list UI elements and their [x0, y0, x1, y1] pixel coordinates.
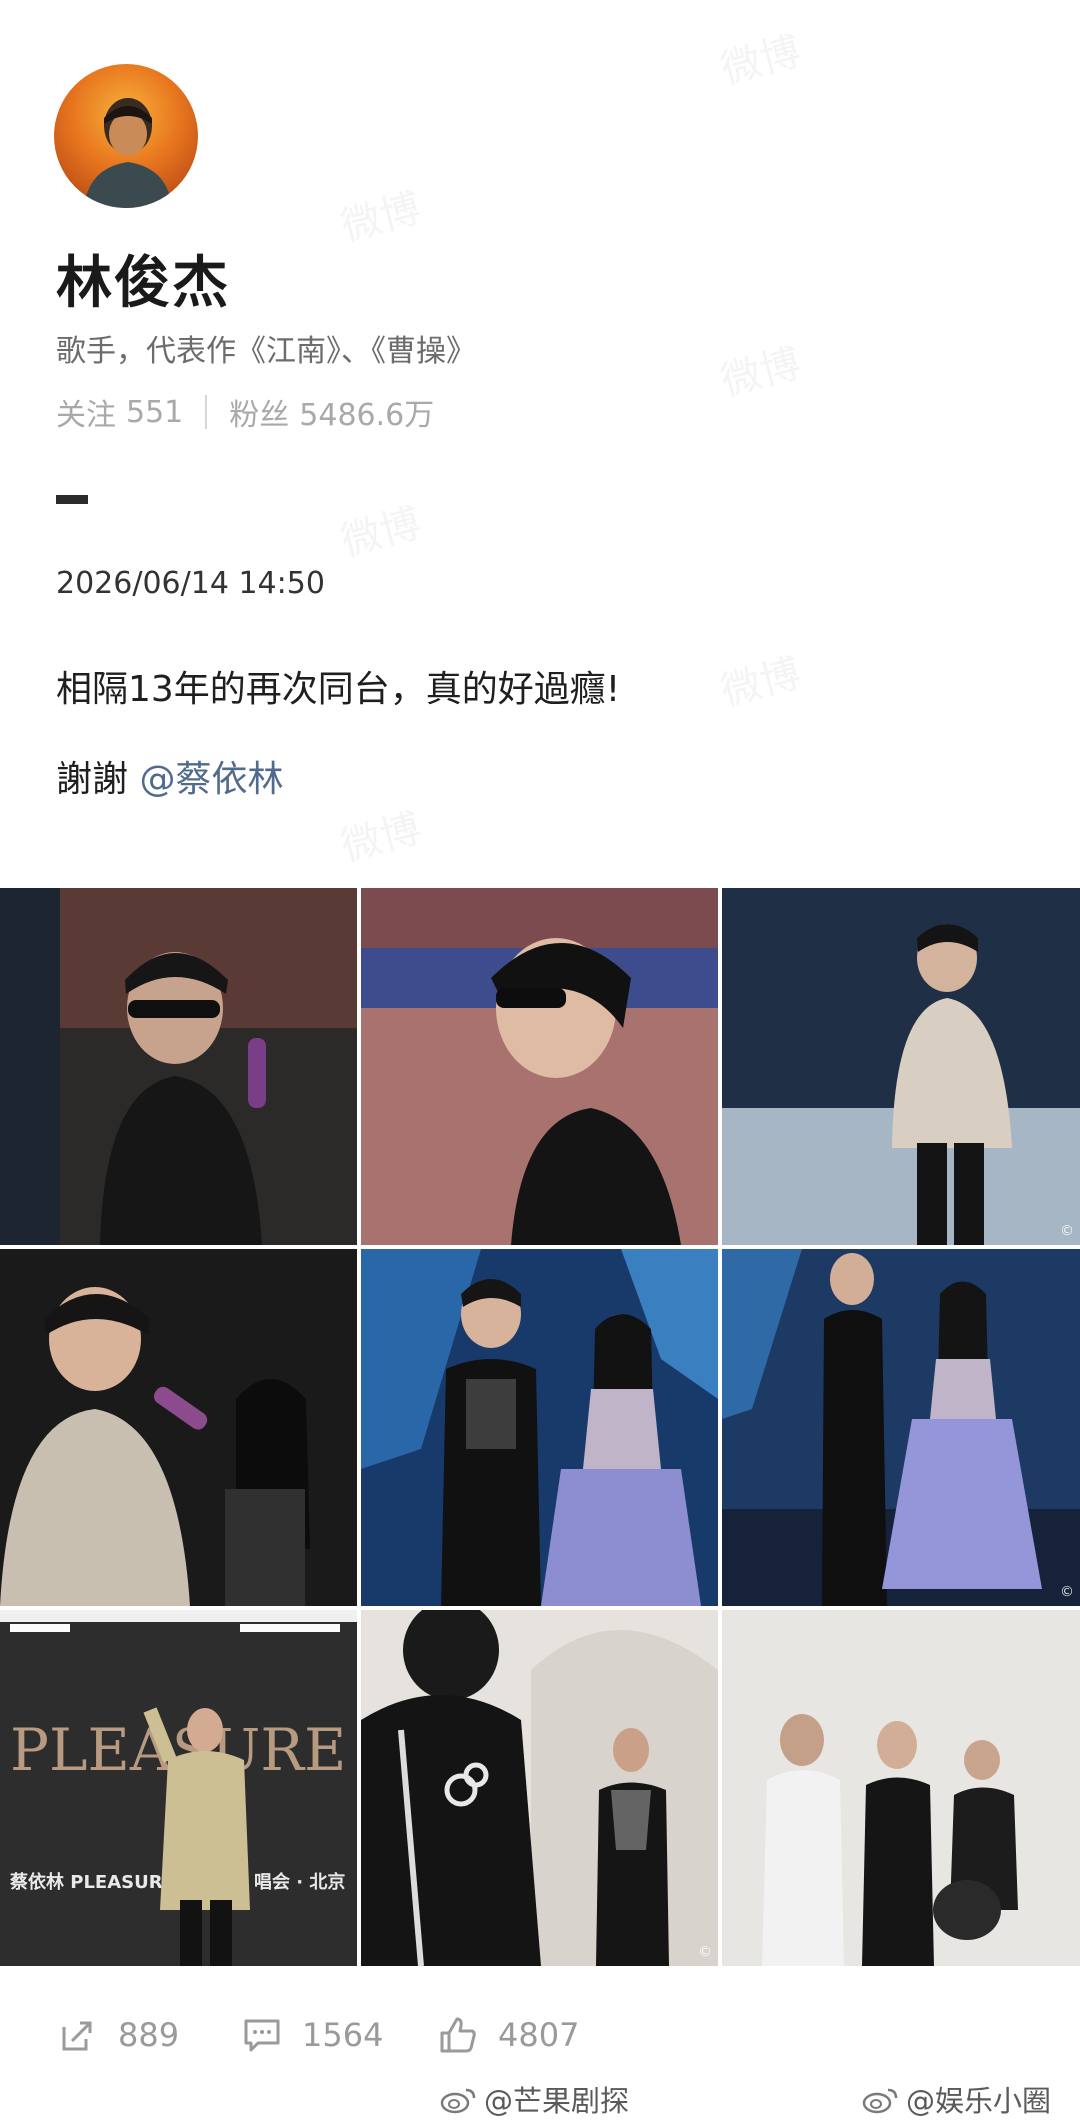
following-label[interactable]: 关注	[56, 390, 116, 434]
mention-link[interactable]: @蔡依林	[139, 759, 283, 800]
photo-watermark: ©	[698, 1944, 712, 1960]
like-count: 4807	[498, 2016, 580, 2054]
repost-count: 889	[118, 2016, 180, 2054]
profile-bio: 歌手，代表作《江南》、《曹操》	[56, 334, 476, 369]
like-button[interactable]: 4807	[438, 2015, 579, 2055]
section-dash	[56, 495, 88, 504]
backdrop-caption-right: 唱会 · 北京	[254, 1871, 345, 1893]
photo-watermark: ©	[1060, 1223, 1074, 1239]
photo-grid: © © PLEASURE 蔡依林 PLEASUR 唱会 · 北京 ©	[0, 888, 1080, 1966]
comment-button[interactable]: 1564	[242, 2015, 383, 2055]
weibo-watermark: 微博	[336, 185, 426, 251]
post-actions: 889 1564 4807	[0, 2015, 1080, 2075]
repost-icon	[62, 2021, 92, 2051]
source-left-text: @芒果剧探	[484, 2084, 630, 2118]
source-watermark-right: @娱乐小圈	[862, 2078, 1051, 2120]
weibo-watermark: 微博	[716, 28, 806, 94]
followers-label[interactable]: 粉丝	[229, 390, 289, 434]
photo-duet-stage[interactable]	[361, 1249, 718, 1606]
weibo-logo-icon	[862, 2088, 898, 2114]
weibo-watermark: 微博	[336, 805, 426, 871]
avatar-portrait-icon	[84, 98, 172, 208]
thumbs-up-icon	[440, 2017, 476, 2053]
photo-pleasure-backdrop[interactable]: PLEASURE 蔡依林 PLEASUR 唱会 · 北京	[0, 1610, 357, 1966]
photo-watermark: ©	[1060, 1584, 1074, 1600]
weibo-logo-icon	[440, 2088, 476, 2114]
comment-count: 1564	[302, 2016, 384, 2054]
followers-count[interactable]: 5486.6万	[299, 390, 434, 434]
repost-button[interactable]: 889	[58, 2015, 179, 2055]
following-count[interactable]: 551	[126, 395, 183, 430]
weibo-watermark: 微博	[716, 340, 806, 406]
source-watermark-left: @芒果剧探	[440, 2078, 629, 2120]
photo-backstage-jacket[interactable]: ©	[361, 1610, 718, 1966]
photo-backstage-group[interactable]	[722, 1610, 1080, 1966]
weibo-watermark: 微博	[716, 650, 806, 716]
weibo-watermark: 微博	[336, 500, 426, 566]
backdrop-caption: 蔡依林 PLEASUR	[9, 1871, 163, 1893]
avatar[interactable]	[54, 64, 198, 208]
post-timestamp: 2026/06/14 14:50	[56, 566, 325, 601]
photo-stage-rehearsal[interactable]: ©	[722, 888, 1080, 1245]
comment-icon	[244, 2019, 280, 2052]
post-text: 相隔13年的再次同台，真的好過癮!	[56, 669, 621, 710]
photo-duet-rehearsal[interactable]	[0, 1249, 357, 1606]
photo-profile-sunglasses[interactable]	[361, 888, 718, 1245]
post-thanks: 謝謝 @蔡依林	[56, 750, 283, 802]
thanks-prefix: 謝謝	[56, 759, 140, 800]
photo-duet-stage-wide[interactable]: ©	[722, 1249, 1080, 1606]
stats-divider	[205, 395, 208, 429]
profile-name[interactable]: 林俊杰	[56, 238, 230, 319]
photo-rehearsal-microphone[interactable]	[0, 888, 357, 1245]
source-right-text: @娱乐小圈	[906, 2084, 1052, 2118]
profile-stats: 关注 551 粉丝 5486.6万	[56, 390, 434, 434]
